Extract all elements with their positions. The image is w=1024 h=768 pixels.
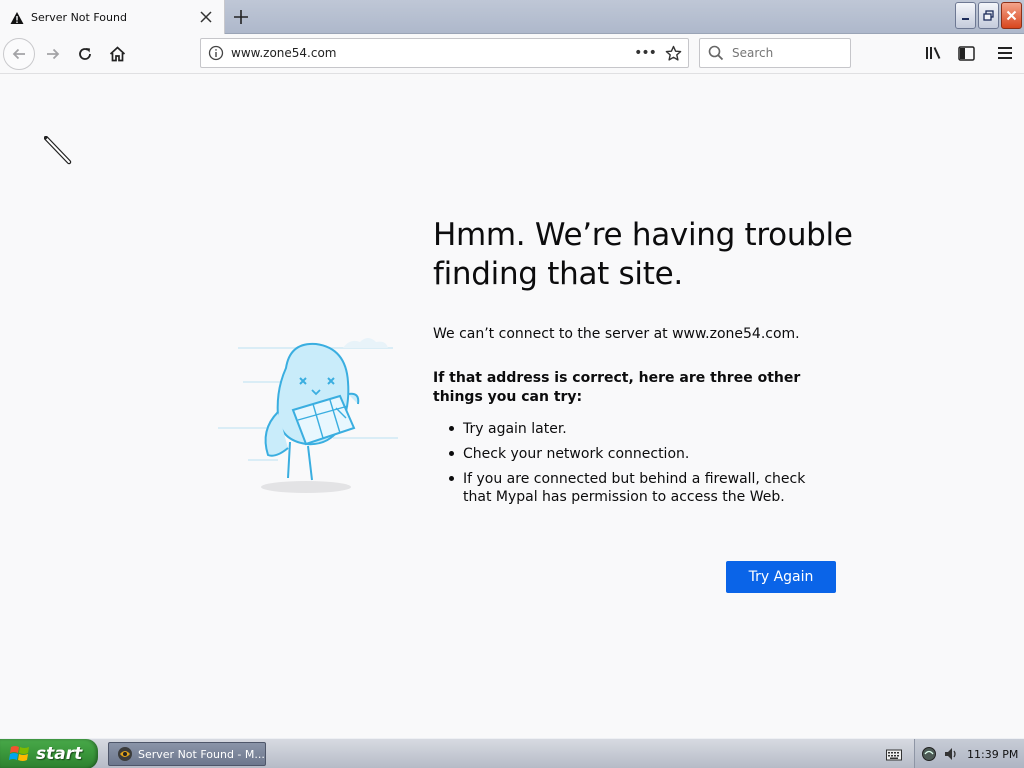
keyboard-icon[interactable]: [886, 747, 902, 761]
minimize-button[interactable]: [955, 2, 976, 29]
volume-icon[interactable]: [943, 746, 959, 762]
clock: 11:39 PM: [967, 747, 1019, 761]
search-bar[interactable]: [699, 38, 851, 68]
bullet-icon: [449, 451, 454, 456]
hamburger-menu-icon: [998, 47, 1012, 59]
pen-cursor-icon: [43, 135, 74, 172]
forward-button[interactable]: [37, 38, 69, 70]
system-tray: 11:39 PM: [914, 739, 1024, 768]
error-heading: Hmm. We’re having trouble finding that s…: [433, 217, 853, 292]
back-arrow-icon: [12, 48, 25, 60]
search-icon: [700, 39, 732, 67]
sidebar-icon: [957, 45, 975, 61]
tab-strip: Server Not Found: [0, 0, 1024, 34]
tab-server-not-found[interactable]: Server Not Found: [0, 0, 225, 34]
bookmark-star-icon[interactable]: [658, 39, 688, 67]
home-button[interactable]: [101, 38, 133, 70]
site-info-icon[interactable]: [201, 39, 231, 67]
error-page: Hmm. We’re having trouble finding that s…: [0, 74, 1024, 738]
start-button[interactable]: start: [0, 739, 98, 768]
windows-logo-icon: [9, 744, 31, 764]
new-tab-button[interactable]: [228, 4, 254, 30]
taskbar-window-label: Server Not Found - M...: [138, 747, 265, 761]
tab-close-icon[interactable]: [198, 9, 214, 25]
error-description: We can’t connect to the server at www.zo…: [433, 326, 800, 342]
forward-arrow-icon: [47, 48, 60, 60]
bullet-icon: [449, 476, 454, 481]
library-button[interactable]: [919, 38, 949, 68]
tip-text: If you are connected but behind a firewa…: [463, 471, 806, 505]
taskbar-window-button[interactable]: Server Not Found - M...: [108, 742, 266, 766]
sidebar-button[interactable]: [951, 38, 981, 68]
lost-character-illustration: [208, 320, 408, 504]
warning-icon: [10, 10, 24, 24]
network-icon[interactable]: [921, 746, 937, 762]
plus-icon: [234, 10, 248, 24]
page-actions-button[interactable]: •••: [632, 39, 658, 67]
url-bar[interactable]: www.zone54.com •••: [200, 38, 689, 68]
close-window-button[interactable]: [1001, 2, 1022, 29]
search-input[interactable]: [732, 46, 850, 60]
window-controls: [955, 2, 1022, 29]
start-label: start: [36, 744, 83, 764]
menu-button[interactable]: [990, 38, 1020, 68]
navigation-toolbar: www.zone54.com •••: [0, 34, 1024, 74]
taskbar: start Server Not Found - M... 11:39 PM: [0, 738, 1024, 768]
tab-title: Server Not Found: [31, 10, 127, 24]
url-text[interactable]: www.zone54.com: [231, 46, 632, 60]
tips-list: Try again later. Check your network conn…: [447, 420, 853, 506]
restore-button[interactable]: [978, 2, 999, 29]
tip-text: Check your network connection.: [463, 446, 690, 462]
home-icon: [109, 46, 125, 62]
list-item: If you are connected but behind a firewa…: [447, 470, 827, 506]
minimize-icon: [961, 17, 969, 20]
try-again-button[interactable]: Try Again: [726, 561, 836, 593]
list-item: Check your network connection.: [447, 445, 827, 463]
list-item: Try again later.: [447, 420, 827, 438]
close-icon: [1006, 10, 1017, 21]
back-button[interactable]: [3, 38, 35, 70]
tip-text: Try again later.: [463, 421, 567, 437]
library-icon: [926, 47, 941, 59]
reload-icon: [79, 48, 91, 60]
tips-heading: If that address is correct, here are thr…: [433, 370, 801, 405]
restore-icon: [983, 10, 994, 21]
error-message-container: Hmm. We’re having trouble finding that s…: [433, 216, 853, 513]
bullet-icon: [449, 426, 454, 431]
browser-app-icon: [117, 746, 133, 762]
reload-button[interactable]: [69, 38, 101, 70]
